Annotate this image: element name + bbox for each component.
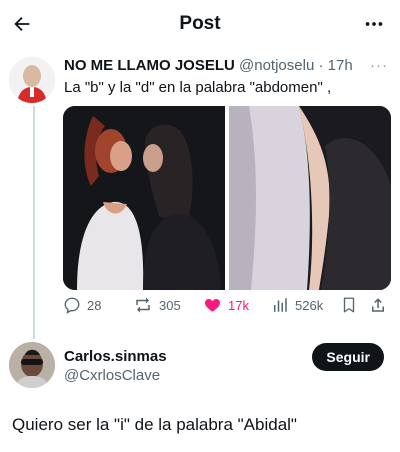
like-count: 17k <box>228 297 249 313</box>
repost-icon <box>136 297 150 313</box>
post-time[interactable]: 17h <box>328 57 353 74</box>
bookmark-button[interactable] <box>340 296 358 314</box>
reply-author-handle[interactable]: @CxrlosClave <box>64 367 160 384</box>
reply-text: Quiero ser la "i" de la palabra "Abidal" <box>12 415 297 434</box>
author-handle[interactable]: @notjoselu <box>239 57 314 74</box>
post-header: NO ME LLAMO JOSELU @notjoselu · 17h <box>64 57 353 74</box>
more-options-button[interactable] <box>360 10 388 38</box>
share-button[interactable] <box>369 296 387 314</box>
repost-count: 305 <box>159 297 181 313</box>
thread-line <box>33 106 35 339</box>
reply-icon <box>64 297 80 314</box>
bookmark-icon <box>343 297 355 313</box>
like-button[interactable]: 17k <box>203 296 249 314</box>
reply-button[interactable]: 28 <box>63 296 101 314</box>
post-actions: 28 305 17k 526k <box>63 296 393 320</box>
avatar[interactable] <box>9 57 55 103</box>
author-name[interactable]: NO ME LLAMO JOSELU <box>64 57 235 74</box>
share-icon <box>372 298 384 312</box>
views-count: 526k <box>295 297 324 313</box>
heart-filled-icon <box>205 299 220 312</box>
reply-author-name[interactable]: Carlos.sinmas <box>64 348 167 365</box>
reply-avatar[interactable] <box>9 342 55 388</box>
follow-button[interactable]: Seguir <box>312 343 384 371</box>
more-horizontal-icon <box>365 22 383 26</box>
top-bar: Post <box>0 0 400 48</box>
media-image-1[interactable] <box>63 106 225 290</box>
media-image-2[interactable] <box>229 106 391 290</box>
views-bar-chart-icon <box>274 298 287 312</box>
avatar-image <box>9 342 55 388</box>
separator: · <box>318 57 324 74</box>
page-title: Post <box>179 13 221 34</box>
repost-button[interactable]: 305 <box>133 296 181 314</box>
post-text: La "b" y la "d" en la palabra "abdomen" … <box>64 79 332 96</box>
post-more-button[interactable]: ··· <box>370 57 388 74</box>
views-button[interactable]: 526k <box>271 296 323 314</box>
post-media[interactable] <box>63 106 391 290</box>
reply-count: 28 <box>87 297 102 313</box>
avatar-image <box>9 57 55 103</box>
